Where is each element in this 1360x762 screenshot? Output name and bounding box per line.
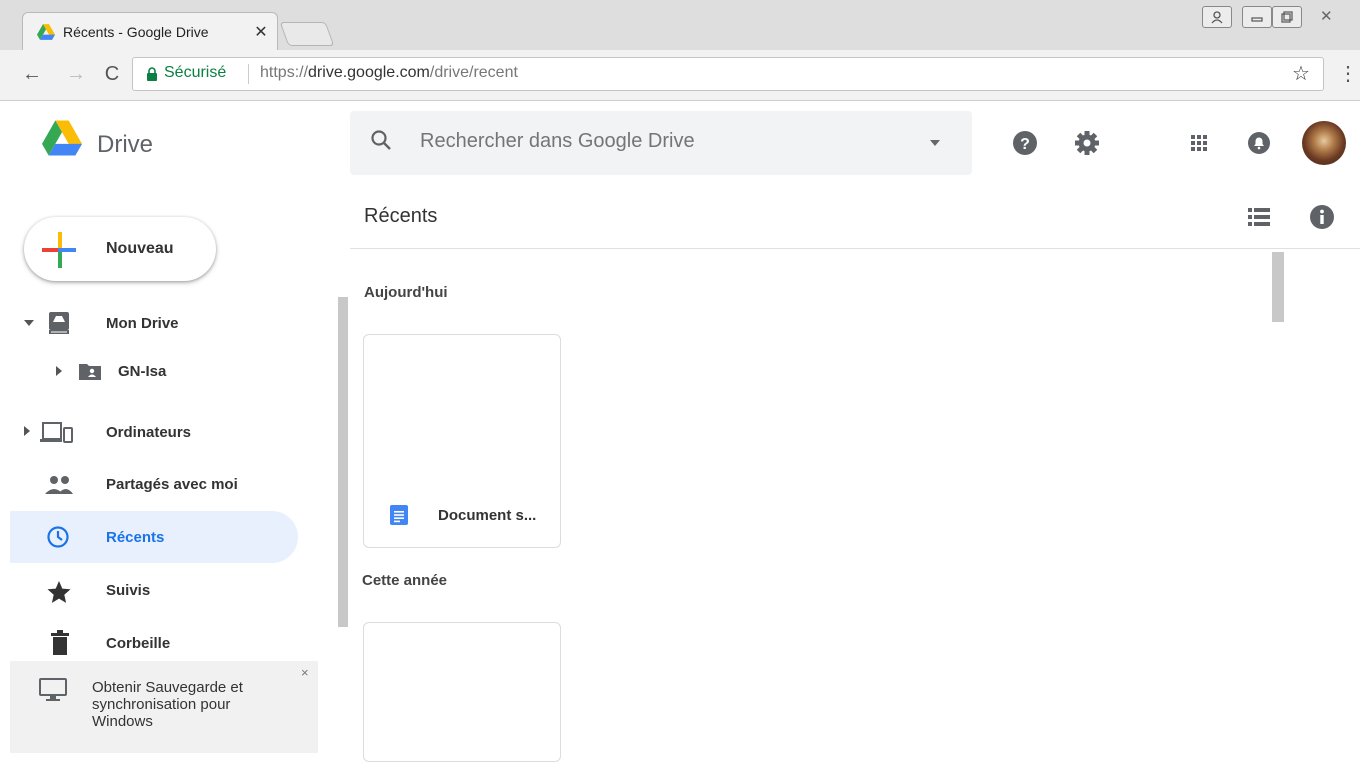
minimize-icon[interactable] <box>1242 6 1272 28</box>
new-tab-button[interactable] <box>279 22 335 46</box>
info-icon[interactable] <box>1309 204 1335 230</box>
expand-arrow-icon[interactable] <box>24 426 30 436</box>
google-docs-icon <box>390 505 408 525</box>
url-path: /drive/recent <box>429 64 518 81</box>
collapse-arrow-icon[interactable] <box>24 320 34 326</box>
sidebar-item-shared-with-me[interactable]: Partagés avec moi <box>106 476 238 493</box>
main-scrollbar[interactable] <box>1272 252 1284 322</box>
sidebar-item-my-drive[interactable]: Mon Drive <box>106 315 179 332</box>
file-name: Document s... <box>438 507 537 524</box>
shared-folder-icon <box>79 364 101 380</box>
sidebar-item-starred[interactable]: Suivis <box>106 582 150 599</box>
new-button-label[interactable]: Nouveau <box>106 240 174 258</box>
expand-arrow-icon[interactable] <box>56 366 62 376</box>
sidebar-scrollbar[interactable] <box>338 297 348 627</box>
close-promo-icon[interactable]: × <box>301 665 309 680</box>
sidebar-item-trash[interactable]: Corbeille <box>106 635 170 652</box>
clock-icon <box>47 526 69 548</box>
drive-favicon-icon <box>37 24 55 40</box>
my-drive-icon <box>49 312 69 334</box>
browser-menu-icon[interactable]: ⋮ <box>1338 61 1358 86</box>
people-icon <box>45 476 73 494</box>
secure-label: Sécurisé <box>164 64 227 81</box>
bookmark-star-icon[interactable]: ☆ <box>1292 61 1310 86</box>
trash-icon <box>51 630 69 655</box>
drive-logo-icon[interactable] <box>42 120 82 156</box>
search-icon[interactable] <box>370 129 392 151</box>
computers-icon <box>40 422 73 443</box>
close-tab-icon[interactable]: ✕ <box>251 22 271 42</box>
sidebar-item-computers[interactable]: Ordinateurs <box>106 424 191 441</box>
section-this-year: Cette année <box>362 572 448 589</box>
url-text[interactable]: https://drive.google.com/drive/recent <box>260 64 518 82</box>
search-options-icon[interactable] <box>930 140 940 146</box>
new-plus-icon-part <box>58 252 62 268</box>
file-card[interactable] <box>363 622 561 762</box>
page-title: Récents <box>364 205 438 227</box>
new-plus-icon-part <box>58 232 62 248</box>
browser-tab[interactable]: Récents - Google Drive ✕ <box>22 12 278 51</box>
promo-text[interactable]: Obtenir Sauvegarde et synchronisation po… <box>92 679 292 730</box>
profile-icon[interactable] <box>1202 6 1232 28</box>
header-divider <box>350 248 1360 249</box>
search-input[interactable] <box>420 130 900 153</box>
section-today: Aujourd'hui <box>364 284 448 301</box>
lock-icon <box>147 67 157 81</box>
close-window-icon[interactable]: ✕ <box>1320 7 1333 25</box>
restore-icon[interactable] <box>1272 6 1302 28</box>
reload-icon[interactable]: C <box>100 62 124 86</box>
settings-gear-icon[interactable] <box>1072 128 1102 158</box>
help-icon[interactable]: ? <box>1010 128 1040 158</box>
notifications-bell-icon[interactable] <box>1244 128 1274 158</box>
apps-grid-icon[interactable] <box>1184 128 1214 158</box>
url-scheme: https:// <box>260 64 309 81</box>
desktop-computer-icon <box>39 678 67 701</box>
address-separator <box>248 64 249 84</box>
sidebar-item-gn-isa[interactable]: GN-Isa <box>118 363 166 380</box>
app-title[interactable]: Drive <box>97 131 153 159</box>
new-plus-icon <box>42 248 58 252</box>
star-icon <box>47 581 71 603</box>
list-view-icon[interactable] <box>1248 207 1270 227</box>
back-icon[interactable]: ← <box>20 62 44 86</box>
forward-icon[interactable]: → <box>64 62 88 86</box>
svg-text:?: ? <box>1020 136 1030 153</box>
sidebar-item-recent-label: Récents <box>106 529 165 546</box>
tab-title: Récents - Google Drive <box>63 24 209 40</box>
account-avatar[interactable] <box>1302 121 1346 165</box>
url-host: drive.google.com <box>308 64 430 81</box>
